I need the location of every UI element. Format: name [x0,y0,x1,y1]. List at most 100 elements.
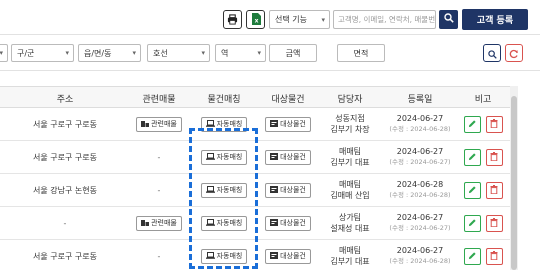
registered-cell: 2024-06-27 (수정 : 2024-06-28) [384,240,456,270]
target-listings-button[interactable]: 대상물건 [265,215,311,231]
manager-team: 매매팀 [338,147,362,156]
district-select[interactable]: 구/군 ▾ [11,44,74,62]
target-listings-label: 대상물건 [280,153,306,161]
column-registered: 등록일 [407,94,433,105]
trash-icon [490,118,498,130]
manager-name: 김부기 대표 [330,158,370,167]
column-address: 주소 [56,94,74,105]
matching-cell: 자동매칭 [188,141,260,173]
edit-button[interactable] [463,214,481,232]
edit-button[interactable] [463,148,481,166]
address-cell: 서울 강남구 논현동 [33,185,97,195]
area-filter-button[interactable]: 면적 [337,44,385,62]
search-input[interactable]: 고객명, 이메일, 연락처, 매물번호 [333,10,436,29]
chevron-down-icon: ▾ [132,49,136,57]
manager-name: 김부기 차장 [330,125,370,134]
search-icon [487,44,497,63]
scrollbar-thumb[interactable] [511,96,517,270]
excel-icon: x [251,10,261,29]
column-manager: 담당자 [337,94,363,105]
target-listings-button[interactable]: 대상물건 [265,182,311,198]
related-cell: - [157,185,161,195]
table-row: 서울 구로구 구로동 관련매물 자동매칭 대상물건 성동지점 김부기 차장 20… [0,108,510,141]
auto-match-button[interactable]: 자동매칭 [200,248,248,264]
auto-match-button[interactable]: 자동매칭 [200,182,248,198]
dong-select[interactable]: 읍/면/동 ▾ [78,44,141,62]
related-cell: 관련매물 [130,108,188,140]
search-button[interactable] [439,10,458,29]
modified-date: (수정 : 2024-06-27) [389,224,451,232]
top-toolbar: x 선택 기능 ▾ 고객명, 이메일, 연락처, 매물번호 고객 등록 [0,0,540,32]
print-button[interactable] [223,10,242,29]
column-target: 대상물건 [271,94,305,105]
function-select-value: 선택 기능 [275,15,307,24]
note-cell [456,174,510,206]
target-listings-button[interactable]: 대상물건 [265,248,311,264]
search-icon [443,13,454,26]
modified-date: (수정 : 2024-06-28) [389,191,451,199]
related-listings-button[interactable]: 관련매물 [136,116,182,132]
chevron-down-icon: ▾ [65,49,69,57]
target-listings-button[interactable]: 대상물건 [265,116,311,132]
delete-button[interactable] [485,181,503,199]
edit-button[interactable] [463,181,481,199]
chevron-down-icon: ▾ [201,49,205,57]
address-cell: 서울 구로구 구로동 [33,119,97,129]
manager-cell: 매매팀 김매매 산입 [316,174,384,206]
matching-cell: 자동매칭 [188,174,260,206]
target-cell: 대상물건 [260,108,316,140]
chevron-down-icon: ▾ [321,15,325,24]
line-select-value: 호선 [153,48,168,58]
edit-button[interactable] [463,115,481,133]
registered-cell: 2024-06-27 (수정 : 2024-06-28) [384,108,456,140]
reset-filter-button[interactable] [505,44,523,62]
filter-search-button[interactable] [483,44,501,62]
registered-date: 2024-06-27 [396,114,444,123]
matching-cell: 자동매칭 [188,240,260,270]
print-icon [227,10,238,29]
add-customer-button[interactable]: 고객 등록 [462,9,528,30]
delete-button[interactable] [485,115,503,133]
column-note: 비고 [474,94,492,105]
svg-text:x: x [254,18,258,25]
delete-button[interactable] [485,148,503,166]
registered-cell: 2024-06-27 (수정 : 2024-06-27) [384,207,456,239]
trash-icon [490,184,498,196]
function-select[interactable]: 선택 기능 ▾ [269,10,330,29]
delete-button[interactable] [485,214,503,232]
building-icon [141,219,150,228]
excel-export-button[interactable]: x [246,10,265,29]
registered-cell: 2024-06-28 (수정 : 2024-06-28) [384,174,456,206]
refresh-icon [509,44,519,63]
auto-match-button[interactable]: 자동매칭 [200,116,248,132]
auto-match-button[interactable]: 자동매칭 [200,215,248,231]
card-icon [270,185,279,195]
card-icon [270,119,279,129]
table-row: - 관련매물 자동매칭 대상물건 상가팀 설재성 대표 2024-06-27 (… [0,207,510,240]
area-filter-label: 면적 [353,48,369,58]
registered-date: 2024-06-27 [396,246,444,255]
station-select[interactable]: 역 ▾ [215,44,266,62]
line-select[interactable]: 호선 ▾ [147,44,210,62]
auto-match-button[interactable]: 자동매칭 [200,149,248,165]
target-listings-button[interactable]: 대상물건 [265,149,311,165]
pencil-icon [468,251,477,262]
manager-cell: 매매팀 김부기 대표 [316,141,384,173]
table-row: 서울 강남구 논현동 - 자동매칭 대상물건 매매팀 김매매 산입 2024-0… [0,174,510,207]
manager-team: 매매팀 [338,180,362,189]
district-select-value: 구/군 [17,48,35,58]
trash-icon [490,217,498,229]
delete-button[interactable] [485,247,503,265]
price-filter-label: 금액 [285,48,301,58]
matching-cell: 자동매칭 [188,108,260,140]
manager-cell: 상가팀 설재성 대표 [316,207,384,239]
related-cell: 관련매물 [130,207,188,239]
edit-button[interactable] [463,247,481,265]
related-listings-button[interactable]: 관련매물 [136,215,182,231]
related-listings-label: 관련매물 [151,219,177,227]
price-filter-button[interactable]: 금액 [269,44,317,62]
card-icon [270,251,279,261]
target-cell: 대상물건 [260,141,316,173]
registered-date: 2024-06-27 [396,147,444,156]
city-select[interactable]: ▾ [0,44,8,62]
